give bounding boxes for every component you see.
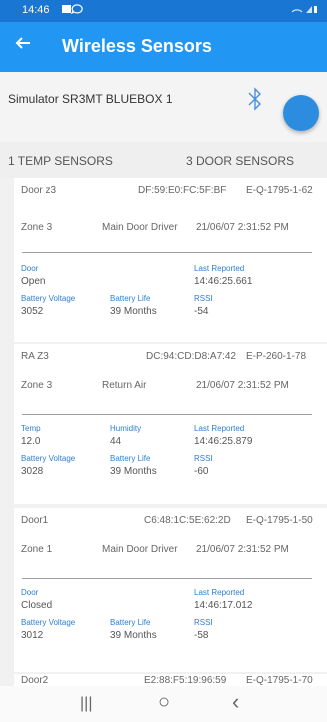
battery-life-value: 39 Months	[110, 630, 157, 641]
temp-label: Temp	[21, 424, 41, 433]
sensor-serial: E-Q-1795-1-50	[246, 515, 313, 526]
battery-life-label: Battery Life	[110, 618, 151, 627]
battery-voltage-label: Battery Voltage	[21, 618, 76, 627]
divider	[22, 414, 312, 415]
divider	[22, 252, 312, 253]
door-value: Open	[21, 276, 46, 287]
battery-life-label: Battery Life	[110, 294, 151, 303]
door-sensor-count: 3 DOOR SENSORS	[186, 154, 295, 168]
battery-voltage-value: 3052	[21, 306, 44, 317]
battery-voltage-label: Battery Voltage	[21, 454, 76, 463]
sensor-card[interactable]: Door2 E2:88:F5:19:96:59 E-Q-1795-1-70	[14, 674, 327, 686]
device-name: Simulator SR3MT BLUEBOX 1	[8, 92, 173, 106]
last-reported-label: Last Reported	[194, 264, 245, 273]
home-icon[interactable]: ○	[158, 691, 170, 714]
battery-voltage-label: Battery Voltage	[21, 294, 76, 303]
sensor-card[interactable]: Door z3 DF:59:E0:FC:5F:BF E-Q-1795-1-62 …	[14, 178, 327, 342]
sensor-card[interactable]: Door1 C6:48:1C:5E:62:2D E-Q-1795-1-50 Zo…	[14, 508, 327, 672]
sensor-serial: E-P-260-1-78	[246, 351, 307, 362]
last-reported-label: Last Reported	[194, 588, 245, 597]
sensor-serial: E-Q-1795-1-62	[246, 185, 313, 196]
system-nav-bar: ||| ○ ‹	[0, 686, 327, 722]
sensor-mac: DC:94:CD:D8:A7:42	[146, 351, 237, 362]
bluetooth-icon[interactable]	[245, 86, 265, 112]
sensor-type: Main Door Driver	[102, 222, 178, 233]
temp-sensor-count: 1 TEMP SENSORS	[8, 154, 113, 168]
gallery-icon	[62, 4, 83, 15]
rssi-label: RSSI	[194, 618, 213, 627]
sensor-date: 21/06/07 2:31:52 PM	[196, 222, 289, 233]
last-reported-value: 14:46:25.661	[194, 276, 253, 287]
door-label: Door	[21, 588, 39, 597]
sensor-type: Return Air	[102, 380, 147, 391]
sensor-mac: C6:48:1C:5E:62:2D	[144, 515, 231, 526]
battery-life-label: Battery Life	[110, 454, 151, 463]
rssi-label: RSSI	[194, 454, 213, 463]
rssi-label: RSSI	[194, 294, 213, 303]
sensor-card[interactable]: RA Z3 DC:94:CD:D8:A7:42 E-P-260-1-78 Zon…	[14, 344, 327, 504]
sensor-serial: E-Q-1795-1-70	[246, 675, 313, 686]
sensor-counts: 1 TEMP SENSORS 3 DOOR SENSORS	[0, 142, 327, 178]
status-bar: 14:46	[0, 0, 327, 22]
rssi-value: -60	[194, 466, 209, 477]
rssi-value: -54	[194, 306, 209, 317]
sensor-name: Door2	[21, 675, 49, 686]
sensor-type: Main Door Driver	[102, 544, 178, 555]
sensor-date: 21/06/07 2:31:52 PM	[196, 380, 289, 391]
sensor-zone: Zone 1	[21, 544, 53, 555]
sensor-zone: Zone 3	[21, 222, 53, 233]
notification-icons	[62, 4, 86, 17]
device-row[interactable]: Simulator SR3MT BLUEBOX 1	[0, 72, 327, 142]
sensor-name: RA Z3	[21, 351, 49, 362]
battery-voltage-value: 3012	[21, 630, 44, 641]
temp-value: 12.0	[21, 436, 41, 447]
recents-icon[interactable]: |||	[80, 695, 92, 713]
humidity-value: 44	[110, 436, 122, 447]
sensor-mac: E2:88:F5:19:96:59	[144, 675, 227, 686]
battery-life-value: 39 Months	[110, 306, 157, 317]
signal-icon	[291, 6, 317, 13]
back-nav-icon[interactable]: ‹	[232, 689, 239, 715]
last-reported-value: 14:46:17.012	[194, 600, 253, 611]
sensor-date: 21/06/07 2:31:52 PM	[196, 544, 289, 555]
scan-fab-button[interactable]	[283, 95, 319, 131]
status-time: 14:46	[22, 4, 50, 16]
battery-voltage-value: 3028	[21, 466, 44, 477]
rssi-value: -58	[194, 630, 209, 641]
back-arrow-icon[interactable]	[14, 34, 32, 58]
sensor-name: Door1	[21, 515, 49, 526]
door-value: Closed	[21, 600, 53, 611]
battery-life-value: 39 Months	[110, 466, 157, 477]
humidity-label: Humidity	[110, 424, 142, 433]
sensor-name: Door z3	[21, 185, 57, 196]
door-label: Door	[21, 264, 39, 273]
signal-battery-icons	[291, 4, 317, 17]
divider	[22, 578, 312, 579]
sensor-zone: Zone 3	[21, 380, 53, 391]
app-bar: Wireless Sensors	[0, 22, 327, 72]
last-reported-label: Last Reported	[194, 424, 245, 433]
page-title: Wireless Sensors	[62, 36, 212, 56]
sensor-mac: DF:59:E0:FC:5F:BF	[138, 185, 227, 196]
last-reported-value: 14:46:25.879	[194, 436, 253, 447]
